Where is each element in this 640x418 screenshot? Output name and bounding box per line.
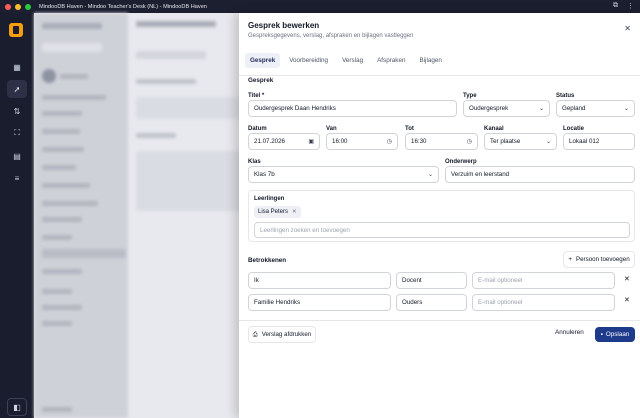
datum-label: Datum (248, 126, 267, 132)
chevron-down-icon: ⌄ (623, 106, 629, 112)
person-role-input[interactable]: Docent (396, 272, 467, 289)
app-logo (9, 23, 23, 37)
tab-voorbereiding[interactable]: Voorbereiding (284, 53, 333, 68)
panel-title: Gesprek bewerken (248, 21, 320, 30)
window-titlebar: MindooDB Haven - Mindoo Teacher's Desk (… (0, 0, 640, 13)
dashboard-icon[interactable]: ▦ (7, 58, 27, 76)
more-icon[interactable]: ⋮ (627, 2, 634, 10)
panel-icon[interactable]: ◧ (7, 398, 27, 416)
leerlingen-label: Leerlingen (254, 196, 285, 202)
calendar-icon[interactable]: ▣ (308, 138, 314, 145)
add-person-button[interactable]: + Persoon toevoegen (563, 251, 635, 268)
calendar-icon[interactable]: ▤ (7, 147, 27, 165)
panel-tabs: Gesprek Voorbereiding Verslag Afspraken … (245, 53, 447, 68)
cancel-button[interactable]: Annuleren (555, 329, 584, 336)
close-window-button[interactable] (5, 3, 11, 10)
status-label: Status (556, 93, 575, 99)
scan-icon[interactable]: ⛶ (7, 124, 27, 142)
printer-icon: ⎙ (252, 330, 258, 338)
tot-label: Tot (405, 126, 414, 132)
person-name-input[interactable]: Ik (248, 272, 391, 289)
clock-icon[interactable]: ◷ (387, 138, 392, 145)
leerlingen-search-input[interactable]: Leerlingen zoeken en toevoegen (254, 222, 630, 238)
tabs-divider (239, 75, 640, 76)
onderwerp-input[interactable]: Verzuim en leerstand (445, 166, 635, 183)
background-sidebar (34, 13, 128, 418)
remove-person-icon[interactable]: ✕ (624, 296, 630, 304)
titel-label: Titel * (248, 93, 265, 99)
panel-subtitle: Gespreksgegevens, verslag, afspraken en … (248, 33, 414, 39)
window-title: MindooDB Haven - Mindoo Teacher's Desk (… (39, 3, 207, 10)
tab-gesprek[interactable]: Gesprek (245, 53, 281, 68)
save-icon: ▪ (600, 331, 603, 338)
remove-person-icon[interactable]: ✕ (624, 275, 630, 283)
close-icon[interactable]: ✕ (624, 24, 631, 33)
chevron-down-icon: ⌄ (538, 106, 544, 112)
maximize-window-button[interactable] (25, 3, 31, 10)
tab-afspraken[interactable]: Afspraken (372, 53, 410, 68)
footer-divider (239, 320, 640, 321)
minimize-window-button[interactable] (15, 3, 21, 10)
kanaal-label: Kanaal (484, 126, 504, 132)
panel-header: Gesprek bewerken Gespreksgegevens, versl… (248, 21, 413, 39)
datum-input[interactable]: 21.07.2026 ▣ (248, 133, 320, 150)
print-report-button[interactable]: ⎙ Verslag afdrukken (248, 326, 316, 343)
sliders-icon[interactable]: ≡ (7, 169, 27, 187)
person-email-input[interactable]: E-mail optioneel (472, 272, 615, 289)
type-select[interactable]: Oudergesprek ⌄ (463, 100, 550, 117)
student-chip: Lisa Peters ✕ (254, 206, 301, 218)
section-title-gesprek: Gesprek (248, 77, 274, 84)
extension-icon[interactable]: ⧉ (613, 2, 618, 10)
status-select[interactable]: Gepland ⌄ (556, 100, 635, 117)
locatie-input[interactable]: Lokaal 012 (563, 133, 635, 150)
locatie-label: Locatie (563, 126, 585, 132)
onderwerp-label: Onderwerp (445, 159, 477, 165)
person-email-input[interactable]: E-mail optioneel (472, 294, 615, 311)
van-input[interactable]: 16:00 ◷ (326, 133, 398, 150)
tab-verslag[interactable]: Verslag (337, 53, 368, 68)
tab-bijlagen[interactable]: Bijlagen (414, 53, 446, 68)
rocket-icon[interactable]: ➚ (7, 80, 27, 98)
clock-icon[interactable]: ◷ (467, 138, 472, 145)
section-title-betrokkenen: Betrokkenen (248, 257, 287, 264)
person-role-input[interactable]: Ouders (396, 294, 467, 311)
chevron-down-icon: ⌄ (427, 172, 433, 178)
van-label: Van (326, 126, 337, 132)
arrows-icon[interactable]: ⇅ (7, 102, 27, 120)
window-controls (5, 3, 31, 10)
remove-chip-icon[interactable]: ✕ (292, 209, 297, 215)
tot-input[interactable]: 16:30 ◷ (405, 133, 478, 150)
plus-icon: + (568, 256, 572, 263)
klas-select[interactable]: Klas 7b ⌄ (248, 166, 439, 183)
save-button[interactable]: ▪ Opslaan (595, 327, 635, 342)
type-label: Type (463, 93, 477, 99)
titlebar-actions: ⧉ ⋮ (613, 2, 634, 10)
chevron-down-icon: ⌄ (545, 139, 551, 145)
kanaal-select[interactable]: Ter plaatse ⌄ (484, 133, 557, 150)
klas-label: Klas (248, 159, 261, 165)
app-rail: ▦ ➚ ⇅ ⛶ ▤ ≡ ◧ (0, 13, 34, 418)
titel-input[interactable]: Oudergesprek Daan Hendriks (248, 100, 457, 117)
person-name-input[interactable]: Familie Hendriks (248, 294, 391, 311)
student-chip-label: Lisa Peters (258, 209, 289, 215)
